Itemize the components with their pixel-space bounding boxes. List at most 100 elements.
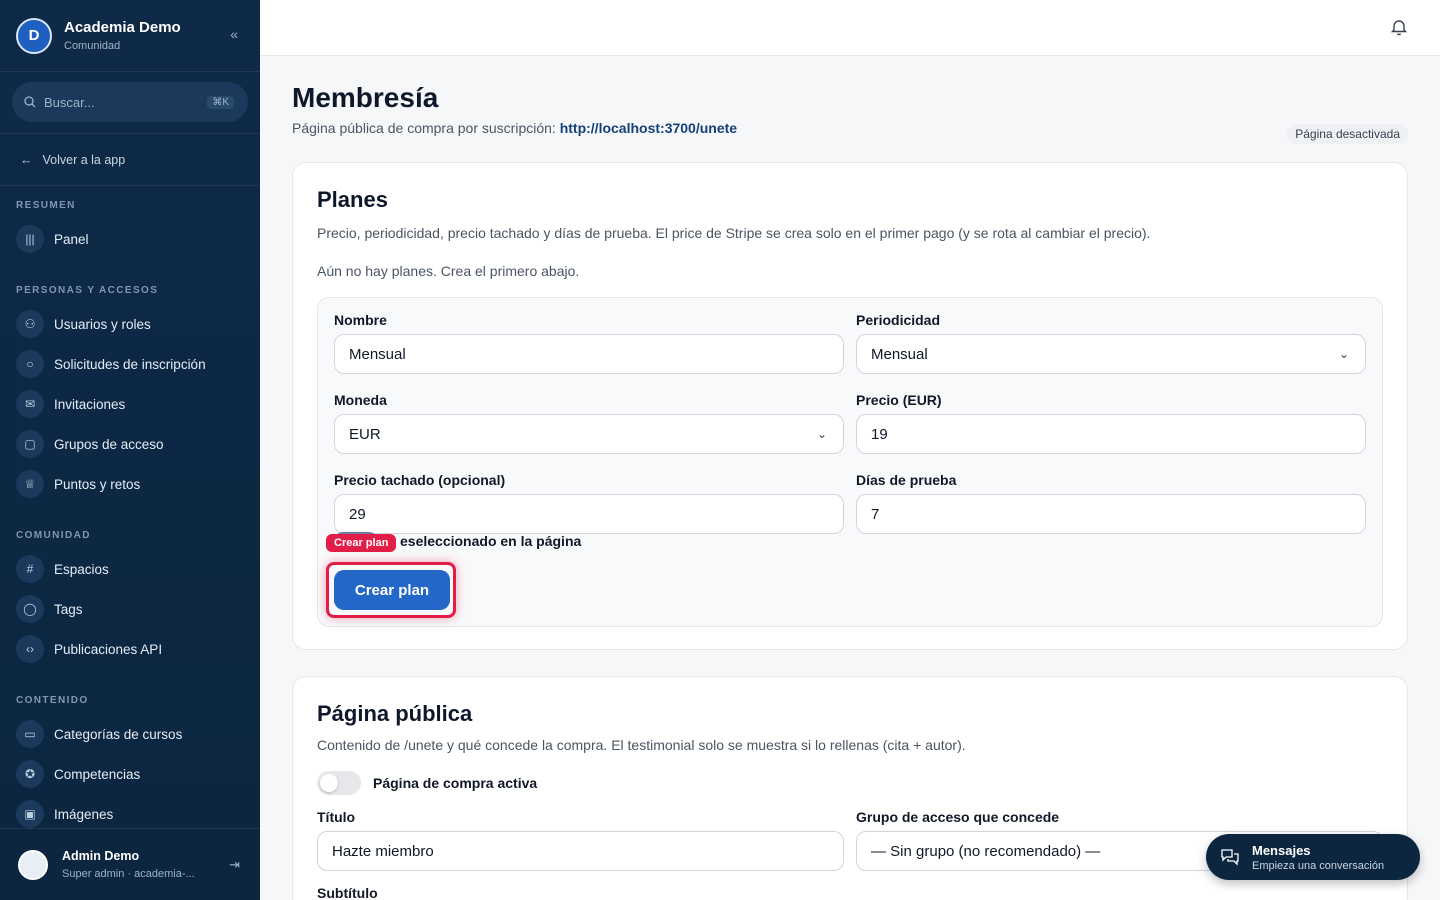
chevron-down-icon: ⌄ (1338, 347, 1349, 361)
purchase-active-row[interactable]: Página de compra activa (317, 771, 1383, 795)
price-input[interactable]: 19 (856, 414, 1366, 454)
chat-icon: ◯ (16, 595, 44, 623)
sidebar-item-publicaciones-api[interactable]: ‹› Publicaciones API (0, 629, 260, 669)
users-icon: ⚇ (16, 310, 44, 338)
user-name: Admin Demo (62, 849, 140, 863)
topbar (260, 0, 1440, 56)
sidebar-brand: D Academia Demo Comunidad « (0, 0, 260, 72)
award-icon: ✪ (16, 760, 44, 788)
sidebar-item-espacios[interactable]: # Espacios (0, 549, 260, 589)
trophy-icon: ♕ (16, 470, 44, 498)
title-value: Hazte miembro (332, 842, 434, 860)
strike-price-value: 29 (349, 505, 366, 523)
collapse-sidebar-icon[interactable]: « (230, 26, 238, 42)
public-page-link[interactable]: http://localhost:3700/unete (560, 120, 737, 136)
sidebar-item-categorias[interactable]: ▭ Categorías de cursos (0, 714, 260, 754)
title-label: Título (317, 809, 356, 825)
sidebar-item-grupos[interactable]: ▢ Grupos de acceso (0, 424, 260, 464)
sidebar-item-panel[interactable]: ||| Panel (0, 219, 260, 259)
price-label: Precio (EUR) (856, 392, 942, 408)
price-value: 19 (871, 425, 888, 443)
image-icon: ▣ (16, 800, 44, 828)
sidebar-item-label: Competencias (54, 766, 141, 782)
logout-icon[interactable]: ⇥ (229, 857, 240, 873)
period-label: Periodicidad (856, 312, 941, 328)
sidebar-item-invitaciones[interactable]: ✉ Invitaciones (0, 384, 260, 424)
status-badge: Página desactivada (1287, 124, 1408, 144)
plans-title: Planes (317, 187, 388, 212)
sidebar-item-label: Tags (54, 601, 83, 617)
messages-title: Mensajes (1252, 842, 1311, 858)
sidebar-item-label: Grupos de acceso (54, 436, 164, 452)
page-subtitle-text: Página pública de compra por suscripción… (292, 120, 560, 136)
sidebar-item-label: Solicitudes de inscripción (54, 356, 206, 372)
sidebar-item-solicitudes[interactable]: ○ Solicitudes de inscripción (0, 344, 260, 384)
create-plan-button[interactable]: Crear plan (334, 570, 450, 610)
brand-subtitle: Comunidad (64, 40, 121, 52)
highlight-tag: Crear plan (326, 534, 397, 552)
purchase-active-toggle[interactable] (317, 771, 361, 795)
sidebar: D Academia Demo Comunidad « Buscar... ⌘K… (0, 0, 260, 900)
book-icon: ▭ (16, 720, 44, 748)
page-subtitle: Página pública de compra por suscripción… (292, 120, 1408, 136)
access-group-label: Grupo de acceso que concede (856, 809, 1060, 825)
avatar (18, 849, 48, 880)
section-label-comunidad: COMUNIDAD (16, 530, 91, 541)
user-subtitle: Super admin · academia-... (62, 868, 195, 880)
bar-chart-icon: ||| (16, 225, 44, 253)
name-input[interactable]: Mensual (334, 334, 844, 374)
sidebar-item-label: Usuarios y roles (54, 316, 151, 332)
mail-icon: ✉ (16, 390, 44, 418)
title-input[interactable]: Hazte miembro (317, 831, 844, 871)
trial-days-label: Días de prueba (856, 472, 957, 488)
sidebar-item-competencias[interactable]: ✪ Competencias (0, 754, 260, 794)
sidebar-item-label: Invitaciones (54, 396, 126, 412)
currency-label: Moneda (334, 392, 387, 408)
search-shortcut: ⌘K (207, 95, 234, 109)
plans-description: Precio, periodicidad, precio tachado y d… (317, 225, 1151, 241)
public-page-description: Contenido de /unete y qué concede la com… (317, 737, 966, 753)
plans-card: Planes Precio, periodicidad, precio tach… (292, 162, 1408, 650)
strike-price-input[interactable]: 29 (334, 494, 844, 534)
sidebar-item-label: Publicaciones API (54, 641, 163, 657)
back-to-app-link[interactable]: ← Volver a la app (0, 134, 260, 186)
user-icon: ○ (16, 350, 44, 378)
currency-value: EUR (349, 425, 381, 443)
name-label: Nombre (334, 312, 387, 328)
trial-days-input[interactable]: 7 (856, 494, 1366, 534)
sidebar-item-usuarios[interactable]: ⚇ Usuarios y roles (0, 304, 260, 344)
search-placeholder: Buscar... (44, 94, 95, 110)
sidebar-item-tags[interactable]: ◯ Tags (0, 589, 260, 629)
period-value: Mensual (871, 345, 928, 363)
preselected-label: eseleccionado en la página (400, 533, 582, 549)
sidebar-item-puntos[interactable]: ♕ Puntos y retos (0, 464, 260, 504)
hash-icon: # (16, 555, 44, 583)
current-user[interactable]: Admin Demo Super admin · academia-... ⇥ (0, 828, 260, 900)
code-icon: ‹› (16, 635, 44, 663)
chevron-down-icon: ⌄ (816, 427, 827, 441)
strike-price-label: Precio tachado (opcional) (334, 472, 506, 488)
section-label-personas: PERSONAS Y ACCESOS (16, 285, 159, 296)
back-to-app-label: Volver a la app (42, 152, 126, 167)
sidebar-item-label: Panel (54, 231, 89, 247)
sidebar-item-label: Categorías de cursos (54, 726, 183, 742)
purchase-active-label: Página de compra activa (373, 775, 538, 791)
plans-empty-message: Aún no hay planes. Crea el primero abajo… (317, 263, 580, 279)
sidebar-item-label: Espacios (54, 561, 109, 577)
messages-icon (1221, 849, 1239, 866)
currency-select[interactable]: EUR ⌄ (334, 414, 844, 454)
brand-title: Academia Demo (64, 19, 181, 36)
section-label-resumen: RESUMEN (16, 200, 76, 211)
sidebar-item-label: Imágenes (54, 806, 114, 822)
arrow-left-icon: ← (20, 152, 33, 167)
trial-days-value: 7 (871, 505, 880, 523)
search-input[interactable]: Buscar... ⌘K (12, 82, 248, 122)
public-page-title: Página pública (317, 701, 473, 726)
period-select[interactable]: Mensual ⌄ (856, 334, 1366, 374)
messages-widget[interactable]: Mensajes Empieza una conversación (1206, 834, 1420, 880)
brand-logo: D (16, 17, 52, 54)
name-value: Mensual (349, 345, 406, 363)
main-content: Membresía Página pública de compra por s… (292, 56, 1408, 900)
access-group-value: — Sin grupo (no recomendado) — (871, 842, 1101, 860)
bell-icon[interactable] (1390, 18, 1408, 36)
